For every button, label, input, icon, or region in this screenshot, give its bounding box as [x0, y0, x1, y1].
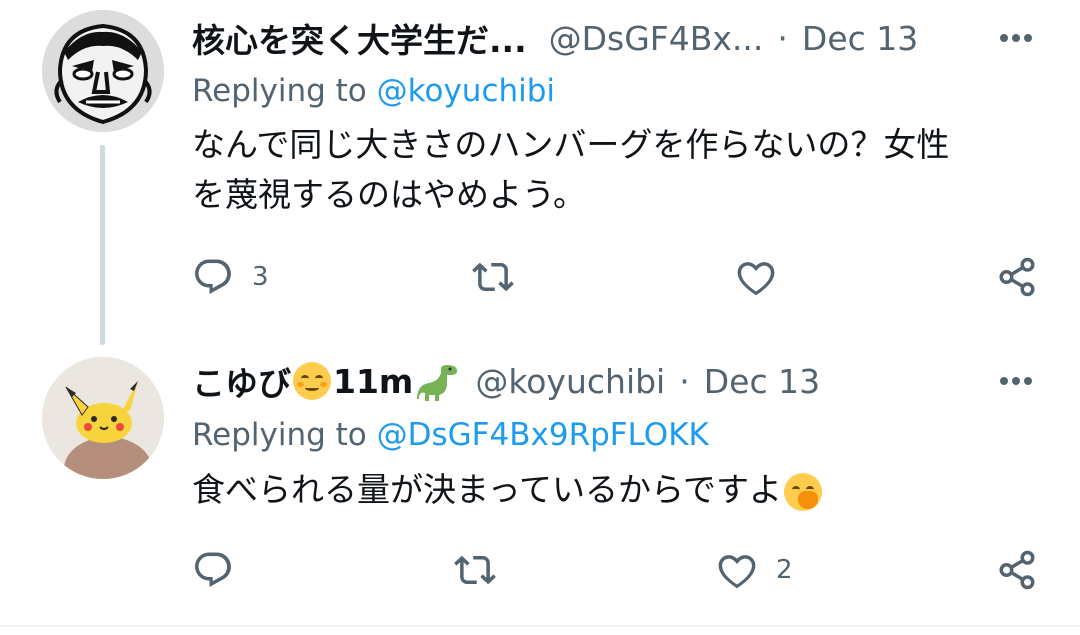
- tweet[interactable]: 核心を突く大学生だ... @DsGF4Bx... · Dec 13 Replyi…: [0, 0, 1080, 345]
- thread-connector-line: [100, 145, 105, 345]
- author-handle[interactable]: @koyuchibi: [475, 362, 665, 401]
- share-icon: [999, 550, 1035, 590]
- author-name[interactable]: こゆび: [192, 357, 291, 405]
- more-options-button[interactable]: [994, 16, 1038, 60]
- like-button[interactable]: [735, 252, 777, 302]
- reply-button[interactable]: 3: [192, 252, 269, 302]
- avatar[interactable]: [42, 357, 164, 479]
- replying-to-label: Replying to: [192, 417, 367, 453]
- tweet-header: こゆび 11m @koyuchibi · Dec 13: [192, 351, 820, 411]
- hand-over-mouth-emoji-icon: [784, 472, 823, 511]
- divider: [0, 625, 1080, 627]
- pikachu-plush-avatar-icon: [42, 357, 164, 479]
- tweet-text: なんで同じ大きさのハンバーグを作らないの？女性 を蔑視するのはやめよう。: [192, 120, 1052, 220]
- tweet-header: 核心を突く大学生だ... @DsGF4Bx... · Dec 13: [192, 8, 918, 68]
- heart-icon: [737, 262, 775, 296]
- retweet-button[interactable]: [472, 252, 514, 302]
- share-button[interactable]: [996, 252, 1038, 302]
- tweet-date[interactable]: Dec 13: [802, 19, 918, 58]
- share-icon: [999, 257, 1035, 297]
- retweet-button[interactable]: [454, 545, 496, 595]
- action-bar: 3: [192, 252, 1042, 302]
- reply-count: 3: [252, 262, 269, 292]
- author-name-suffix[interactable]: 11m: [333, 362, 413, 401]
- replying-to-line: Replying to @koyuchibi: [192, 73, 555, 109]
- heart-icon: [718, 555, 756, 589]
- manga-face-avatar-icon: [42, 10, 164, 132]
- retweet-icon: [454, 555, 496, 585]
- more-dots-icon: [1000, 377, 1032, 385]
- replying-to-label: Replying to: [192, 73, 367, 109]
- like-button[interactable]: 2: [716, 545, 793, 595]
- header-separator: ·: [777, 18, 788, 58]
- tweet-date[interactable]: Dec 13: [704, 362, 820, 401]
- smiling-face-emoji-icon: [293, 362, 331, 400]
- author-handle[interactable]: @DsGF4Bx...: [549, 19, 764, 58]
- like-count: 2: [776, 555, 793, 585]
- tweet-text: 食べられる量が決まっているからですよ: [192, 465, 1052, 515]
- reply-button[interactable]: [192, 545, 234, 595]
- reply-icon: [195, 259, 231, 294]
- replying-to-mention[interactable]: @DsGF4Bx9RpFLOKK: [377, 417, 709, 453]
- header-separator: ·: [679, 361, 690, 401]
- tweet-text-line: なんで同じ大きさのハンバーグを作らないの？女性: [192, 125, 950, 164]
- retweet-icon: [472, 262, 514, 292]
- tweet-text-line: を蔑視するのはやめよう。: [192, 175, 587, 214]
- tweet-text-line: 食べられる量が決まっているからですよ: [192, 470, 783, 509]
- action-bar: 2: [192, 545, 1042, 595]
- replying-to-line: Replying to @DsGF4Bx9RpFLOKK: [192, 417, 709, 453]
- tweet[interactable]: こゆび 11m @koyuchibi · Dec 13 Replying to …: [0, 345, 1080, 625]
- replying-to-mention[interactable]: @koyuchibi: [377, 73, 555, 109]
- dinosaur-emoji-icon: [417, 365, 458, 401]
- share-button[interactable]: [996, 545, 1038, 595]
- reply-icon: [195, 552, 231, 587]
- author-name[interactable]: 核心を突く大学生だ...: [192, 14, 527, 62]
- avatar[interactable]: [42, 10, 164, 132]
- more-options-button[interactable]: [994, 359, 1038, 403]
- more-dots-icon: [1000, 34, 1032, 42]
